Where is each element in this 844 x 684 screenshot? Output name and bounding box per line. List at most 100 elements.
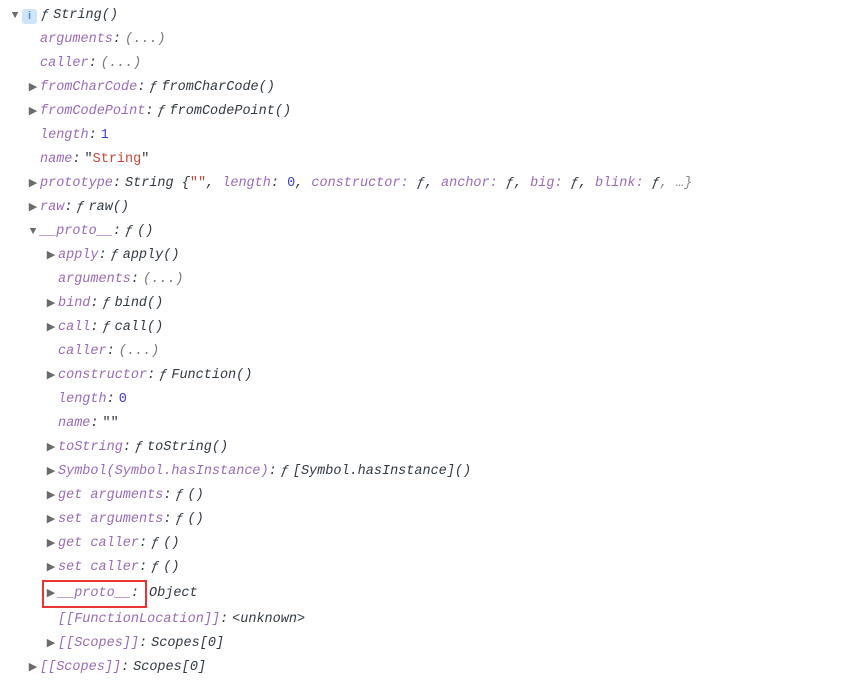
prop-proto-2[interactable]: ▶ __proto__: Object <box>8 580 836 608</box>
function-glyph-icon: ƒ <box>76 196 84 220</box>
prop-scopes-2[interactable]: ▶ [[Scopes]]: Scopes[0] <box>8 632 836 656</box>
function-glyph-icon: ƒ <box>281 460 289 484</box>
prop-proto[interactable]: ▼ __proto__: ƒ () <box>8 220 836 244</box>
prop-value: call() <box>115 316 164 340</box>
function-glyph-icon: ƒ <box>157 100 165 124</box>
prop-key: call <box>58 316 90 340</box>
prop-key: arguments <box>40 28 113 52</box>
prop-key: fromCodePoint <box>40 100 145 124</box>
prop-value[interactable]: (...) <box>125 28 166 52</box>
prop-set-caller[interactable]: ▶ set caller: ƒ () <box>8 556 836 580</box>
disclosure-triangle-right-icon[interactable]: ▶ <box>26 196 40 220</box>
prop-key: set caller <box>58 556 139 580</box>
prop-fromCharCode[interactable]: ▶ fromCharCode: ƒ fromCharCode() <box>8 76 836 100</box>
prop-key: __proto__ <box>58 582 131 606</box>
prop-caller[interactable]: ▶ caller: (...) <box>8 52 836 76</box>
prop-call[interactable]: ▶ call: ƒ call() <box>8 316 836 340</box>
disclosure-triangle-down-icon[interactable]: ▼ <box>26 220 40 244</box>
disclosure-triangle-right-icon[interactable]: ▶ <box>44 460 58 484</box>
prop-raw[interactable]: ▶ raw: ƒ raw() <box>8 196 836 220</box>
prop-value: <unknown> <box>232 608 305 632</box>
prop-scopes[interactable]: ▶ [[Scopes]]: Scopes[0] <box>8 656 836 680</box>
prop-value[interactable]: (...) <box>143 268 184 292</box>
disclosure-triangle-right-icon[interactable]: ▶ <box>44 364 58 388</box>
disclosure-triangle-right-icon[interactable]: ▶ <box>44 556 58 580</box>
prop-key: constructor <box>58 364 147 388</box>
prop-key: apply <box>58 244 99 268</box>
highlight-box: ▶ __proto__: <box>42 580 147 608</box>
function-glyph-icon: ƒ <box>149 76 157 100</box>
prop-caller-2[interactable]: ▶ caller: (...) <box>8 340 836 364</box>
prop-value: "String" <box>85 148 150 172</box>
prop-value: Scopes[0] <box>151 632 224 656</box>
function-glyph-icon: ƒ <box>159 364 167 388</box>
prop-key: caller <box>58 340 107 364</box>
function-glyph-icon: ƒ <box>151 532 159 556</box>
prop-value: raw() <box>89 196 130 220</box>
prop-bind[interactable]: ▶ bind: ƒ bind() <box>8 292 836 316</box>
disclosure-triangle-right-icon[interactable]: ▶ <box>44 508 58 532</box>
disclosure-triangle-right-icon[interactable]: ▶ <box>26 76 40 100</box>
prop-fromCodePoint[interactable]: ▶ fromCodePoint: ƒ fromCodePoint() <box>8 100 836 124</box>
disclosure-triangle-right-icon[interactable]: ▶ <box>44 316 58 340</box>
disclosure-triangle-right-icon[interactable]: ▶ <box>26 100 40 124</box>
prop-key: length <box>58 388 107 412</box>
disclosure-triangle-right-icon[interactable]: ▶ <box>44 582 58 606</box>
prop-key: fromCharCode <box>40 76 137 100</box>
prop-value: apply() <box>123 244 180 268</box>
prop-value: () <box>163 556 179 580</box>
prop-key: [[FunctionLocation]] <box>58 608 220 632</box>
prop-set-arguments[interactable]: ▶ set arguments: ƒ () <box>8 508 836 532</box>
disclosure-triangle-right-icon[interactable]: ▶ <box>44 632 58 656</box>
prop-prototype[interactable]: ▶ prototype: String {"", length: 0, cons… <box>8 172 836 196</box>
prop-value: fromCharCode() <box>161 76 274 100</box>
prop-arguments[interactable]: ▶ arguments: (...) <box>8 28 836 52</box>
prop-value: 1 <box>101 124 109 148</box>
function-glyph-icon: ƒ <box>125 220 133 244</box>
prop-key: get caller <box>58 532 139 556</box>
prop-key: bind <box>58 292 90 316</box>
prop-toString[interactable]: ▶ toString: ƒ toString() <box>8 436 836 460</box>
prop-value: () <box>188 484 204 508</box>
prop-value[interactable]: (...) <box>101 52 142 76</box>
disclosure-triangle-right-icon[interactable]: ▶ <box>26 172 40 196</box>
root-header[interactable]: ▼ i ƒ String() <box>8 4 836 28</box>
prop-constructor[interactable]: ▶ constructor: ƒ Function() <box>8 364 836 388</box>
function-glyph-icon: ƒ <box>151 556 159 580</box>
disclosure-triangle-right-icon[interactable]: ▶ <box>26 656 40 680</box>
disclosure-triangle-down-icon[interactable]: ▼ <box>8 4 22 28</box>
disclosure-triangle-right-icon[interactable]: ▶ <box>44 436 58 460</box>
prop-name-2[interactable]: ▶ name: "" <box>8 412 836 436</box>
disclosure-triangle-right-icon[interactable]: ▶ <box>44 244 58 268</box>
prop-symbol-hasInstance[interactable]: ▶ Symbol(Symbol.hasInstance): ƒ [Symbol.… <box>8 460 836 484</box>
function-glyph-icon: ƒ <box>103 316 111 340</box>
function-glyph-icon: ƒ <box>41 4 49 28</box>
prop-key: name <box>58 412 90 436</box>
prop-length-2[interactable]: ▶ length: 0 <box>8 388 836 412</box>
prop-function-location[interactable]: ▶ [[FunctionLocation]]: <unknown> <box>8 608 836 632</box>
prop-key: arguments <box>58 268 131 292</box>
prop-value: Function() <box>171 364 252 388</box>
function-glyph-icon: ƒ <box>135 436 143 460</box>
prop-length[interactable]: ▶ length: 1 <box>8 124 836 148</box>
prop-key: toString <box>58 436 123 460</box>
prop-key: set arguments <box>58 508 163 532</box>
prop-value: 0 <box>119 388 127 412</box>
prop-name[interactable]: ▶ name: "String" <box>8 148 836 172</box>
prop-key: __proto__ <box>40 220 113 244</box>
disclosure-triangle-right-icon[interactable]: ▶ <box>44 292 58 316</box>
prop-key: Symbol(Symbol.hasInstance) <box>58 460 269 484</box>
prop-value[interactable]: (...) <box>119 340 160 364</box>
prop-apply[interactable]: ▶ apply: ƒ apply() <box>8 244 836 268</box>
prop-get-arguments[interactable]: ▶ get arguments: ƒ () <box>8 484 836 508</box>
prop-arguments-2[interactable]: ▶ arguments: (...) <box>8 268 836 292</box>
prop-value: fromCodePoint() <box>170 100 292 124</box>
prop-key: length <box>40 124 89 148</box>
prop-key: prototype <box>40 172 113 196</box>
prop-value: () <box>137 220 153 244</box>
disclosure-triangle-right-icon[interactable]: ▶ <box>44 484 58 508</box>
info-icon[interactable]: i <box>22 9 37 24</box>
disclosure-triangle-right-icon[interactable]: ▶ <box>44 532 58 556</box>
prop-key: [[Scopes]] <box>40 656 121 680</box>
prop-get-caller[interactable]: ▶ get caller: ƒ () <box>8 532 836 556</box>
